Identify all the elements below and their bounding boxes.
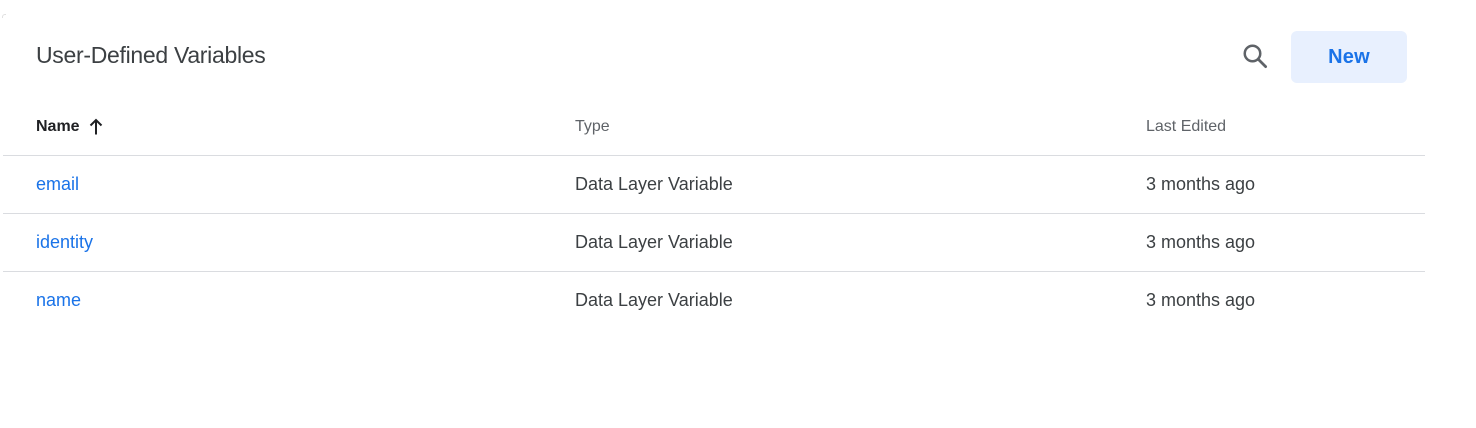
table-row[interactable]: identity Data Layer Variable 3 months ag… <box>3 214 1425 272</box>
variable-last-edited: 3 months ago <box>1146 290 1256 310</box>
variables-card: User-Defined Variables New Name Type Las… <box>3 16 1425 316</box>
new-variable-button[interactable]: New <box>1291 31 1407 83</box>
table-header: Name Type Last Edited <box>3 98 1425 156</box>
search-icon <box>1240 41 1270 76</box>
variables-table: Name Type Last Edited email Data Layer V… <box>3 98 1425 329</box>
variable-type: Data Layer Variable <box>575 174 733 194</box>
variable-name-link[interactable]: name <box>36 290 81 311</box>
column-header-type[interactable]: Type <box>575 118 610 136</box>
column-header-name[interactable]: Name <box>36 118 104 136</box>
card-header: User-Defined Variables New <box>3 16 1425 96</box>
search-button[interactable] <box>1235 38 1275 78</box>
table-row[interactable]: name Data Layer Variable 3 months ago <box>3 272 1425 329</box>
column-header-name-label: Name <box>36 118 80 135</box>
variable-name-link[interactable]: identity <box>36 232 93 253</box>
column-header-last-edited[interactable]: Last Edited <box>1146 118 1226 136</box>
variable-last-edited: 3 months ago <box>1146 232 1256 252</box>
variable-type: Data Layer Variable <box>575 232 733 252</box>
page-title: User-Defined Variables <box>36 42 266 68</box>
table-row[interactable]: email Data Layer Variable 3 months ago <box>3 156 1425 214</box>
arrow-up-icon <box>88 118 104 136</box>
variable-last-edited: 3 months ago <box>1146 174 1256 194</box>
variable-type: Data Layer Variable <box>575 290 733 310</box>
variable-name-link[interactable]: email <box>36 174 79 195</box>
